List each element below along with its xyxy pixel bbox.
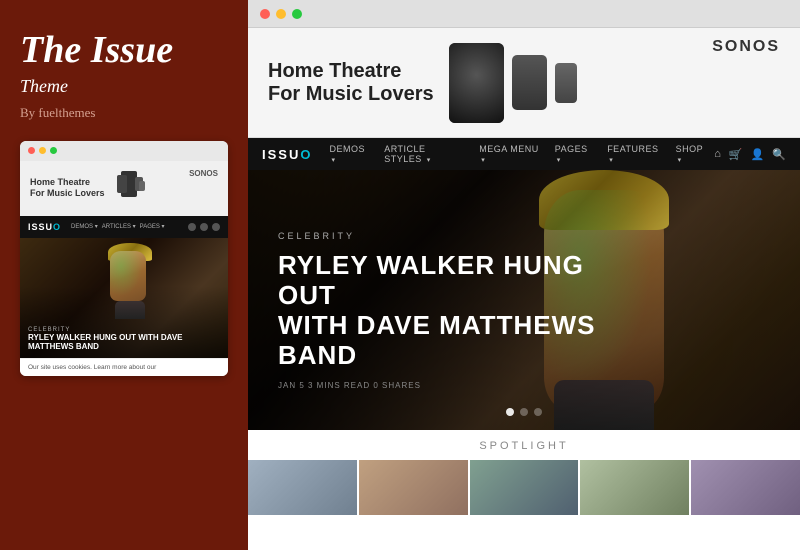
- mini-ad-banner: Home Theatre For Music Lovers SONOS: [20, 161, 228, 216]
- mini-dot-red: [28, 147, 35, 154]
- nav-cart-icon[interactable]: 🛒: [729, 148, 743, 161]
- nav-item-demos[interactable]: DEMOS ▾: [322, 144, 375, 164]
- theme-title: The Issue: [20, 30, 228, 72]
- hero-meta: JAN 5 3 MINS READ 0 SHARES: [278, 381, 638, 390]
- hero-content: CELEBRITY RYLEY WALKER HUNG OUT WITH DAV…: [278, 231, 638, 390]
- spotlight-image-1[interactable]: [248, 460, 357, 515]
- mini-ad-text-line2: For Music Lovers: [30, 188, 105, 200]
- sidebar: The Issue Theme By fuelthemes Home Theat…: [0, 0, 248, 550]
- mini-ad-text-line1: Home Theatre: [30, 177, 105, 189]
- spotlight-label: SPOTLIGHT: [248, 440, 800, 452]
- mini-nav-bar: ISSUO DEMOS ▾ ARTICLES ▾ PAGES ▾: [20, 216, 228, 238]
- hero-title-line1: RYLEY WALKER HUNG OUT: [278, 250, 584, 310]
- chrome-dot-red: [260, 9, 270, 19]
- theme-subtitle: Theme: [20, 76, 228, 97]
- logo-dot: O: [300, 147, 312, 162]
- nav-icons: ⌂ 🛒 👤 🔍: [714, 148, 786, 161]
- speaker-main-icon: [449, 43, 504, 123]
- mini-nav-pages: PAGES ▾: [140, 223, 165, 230]
- nav-item-pages[interactable]: PAGES ▾: [548, 144, 598, 164]
- nav-item-article-styles[interactable]: ARTICLE STYLES ▾: [377, 144, 470, 164]
- spotlight-image-4[interactable]: [580, 460, 689, 515]
- ad-brand-label: SONOS: [712, 38, 780, 56]
- mini-browser-preview: Home Theatre For Music Lovers SONOS ISSU…: [20, 141, 228, 376]
- mini-nav-demos: DEMOS ▾: [71, 223, 98, 230]
- spotlight-section: SPOTLIGHT: [248, 430, 800, 515]
- ad-title-line2: For Music Lovers: [268, 83, 434, 106]
- nav-logo: ISSUO: [262, 147, 312, 162]
- mini-hero-section: CELEBRITY RYLEY WALKER HUNG OUT WITH DAV…: [20, 238, 228, 358]
- mini-browser-bar: [20, 141, 228, 161]
- mini-hero-title: RYLEY WALKER HUNG OUT WITH DAVE MATTHEWS…: [28, 333, 220, 352]
- ad-text-block: Home Theatre For Music Lovers: [268, 60, 434, 106]
- mini-hero-text: CELEBRITY RYLEY WALKER HUNG OUT WITH DAV…: [20, 321, 228, 358]
- mini-nav-icons: [188, 223, 220, 231]
- hero-title-line2: WITH DAVE MATTHEWS BAND: [278, 310, 595, 370]
- theme-author: By fuelthemes: [20, 105, 228, 121]
- spotlight-image-5[interactable]: [691, 460, 800, 515]
- nav-item-shop[interactable]: SHOP ▾: [669, 144, 715, 164]
- speaker-tiny-icon: [555, 63, 577, 103]
- mini-speaker-icon: [115, 168, 150, 208]
- chrome-dot-green: [292, 9, 302, 19]
- mini-dot-yellow: [39, 147, 46, 154]
- nav-item-mega-menu[interactable]: MEGA MENU ▾: [472, 144, 546, 164]
- main-browser-window: Home Theatre For Music Lovers SONOS ISSU…: [248, 0, 800, 550]
- nav-home-icon[interactable]: ⌂: [714, 148, 721, 160]
- hero-carousel-dots: [506, 408, 542, 416]
- nav-search-icon[interactable]: 🔍: [772, 148, 786, 161]
- spotlight-image-2[interactable]: [359, 460, 468, 515]
- mini-cookie-notice: Our site uses cookies. Learn more about …: [20, 358, 228, 376]
- browser-chrome-bar: [248, 0, 800, 28]
- speaker-small-icon: [512, 55, 547, 110]
- chrome-dot-yellow: [276, 9, 286, 19]
- hero-section: CELEBRITY RYLEY WALKER HUNG OUT WITH DAV…: [248, 170, 800, 430]
- mini-icon-1: [188, 223, 196, 231]
- hero-dot-2[interactable]: [520, 408, 528, 416]
- site-nav: ISSUO DEMOS ▾ ARTICLE STYLES ▾ MEGA MENU…: [248, 138, 800, 170]
- mini-icon-2: [200, 223, 208, 231]
- ad-speaker-visual: [449, 43, 577, 123]
- mini-nav-articles: ARTICLES ▾: [102, 223, 136, 230]
- nav-items: DEMOS ▾ ARTICLE STYLES ▾ MEGA MENU ▾ PAG…: [322, 144, 714, 164]
- mini-ad-brand: SONOS: [189, 167, 218, 178]
- nav-item-features[interactable]: FEATURES ▾: [600, 144, 666, 164]
- ad-banner: Home Theatre For Music Lovers SONOS: [248, 28, 800, 138]
- mini-nav-logo: ISSUO: [28, 222, 61, 232]
- hero-dot-1[interactable]: [506, 408, 514, 416]
- nav-user-icon[interactable]: 👤: [751, 148, 765, 161]
- mini-icon-3: [212, 223, 220, 231]
- hero-title: RYLEY WALKER HUNG OUT WITH DAVE MATTHEWS…: [278, 251, 638, 371]
- spotlight-images: [248, 460, 800, 515]
- mini-nav-items: DEMOS ▾ ARTICLES ▾ PAGES ▾: [71, 223, 165, 230]
- hero-category: CELEBRITY: [278, 231, 638, 241]
- ad-title-line1: Home Theatre: [268, 60, 434, 83]
- hero-dot-3[interactable]: [534, 408, 542, 416]
- mini-dot-green: [50, 147, 57, 154]
- spotlight-image-3[interactable]: [470, 460, 579, 515]
